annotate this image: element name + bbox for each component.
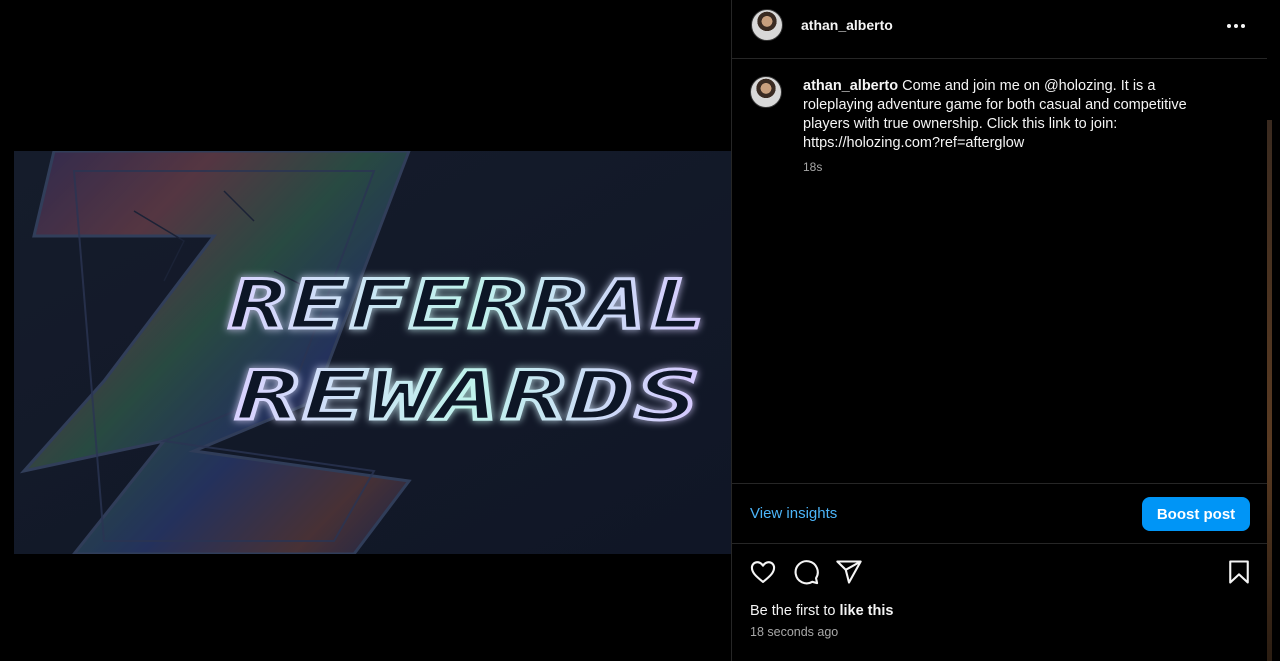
media-pane: REFERRAL REWARDS xyxy=(0,0,731,661)
caption-username[interactable]: athan_alberto xyxy=(803,78,898,94)
post-details-pane: athan_alberto athan_alberto Come and join… xyxy=(731,0,1268,661)
more-horizontal-icon xyxy=(1227,24,1245,28)
comment-button[interactable] xyxy=(792,558,820,586)
view-insights-link[interactable]: View insights xyxy=(750,505,837,522)
like-button[interactable] xyxy=(749,558,777,586)
more-options-button[interactable] xyxy=(1224,14,1248,38)
caption-area: athan_alberto Come and join me on @holozi… xyxy=(732,59,1268,483)
artwork-title-line2: REWARDS xyxy=(236,357,702,436)
referral-rewards-artwork: REFERRAL REWARDS xyxy=(14,151,731,554)
scrollbar-thumb[interactable] xyxy=(1267,120,1272,661)
caption-avatar[interactable] xyxy=(750,76,782,108)
bookmark-icon xyxy=(1229,560,1249,584)
author-avatar[interactable] xyxy=(751,9,783,41)
page-scrollbar[interactable] xyxy=(1267,0,1280,661)
author-username[interactable]: athan_alberto xyxy=(801,17,893,33)
likes-line: Be the first to like this xyxy=(750,603,893,619)
caption-time: 18s xyxy=(803,160,823,174)
caption: athan_alberto Come and join me on @holozi… xyxy=(803,77,1223,153)
insights-bar: View insights Boost post xyxy=(732,483,1268,544)
artwork-title-line1: REFERRAL xyxy=(229,266,709,345)
likes-prefix: Be the first to xyxy=(750,603,836,619)
share-icon xyxy=(836,560,862,584)
comment-icon xyxy=(794,560,819,585)
post-image[interactable]: REFERRAL REWARDS xyxy=(14,151,731,554)
post-actions xyxy=(732,556,1268,588)
like-this-link[interactable]: like this xyxy=(839,603,893,619)
boost-post-button[interactable]: Boost post xyxy=(1142,497,1250,531)
share-button[interactable] xyxy=(835,558,863,586)
heart-icon xyxy=(750,561,776,583)
save-button[interactable] xyxy=(1225,558,1253,586)
post-header: athan_alberto xyxy=(732,0,1268,59)
post-timestamp: 18 seconds ago xyxy=(750,625,839,639)
